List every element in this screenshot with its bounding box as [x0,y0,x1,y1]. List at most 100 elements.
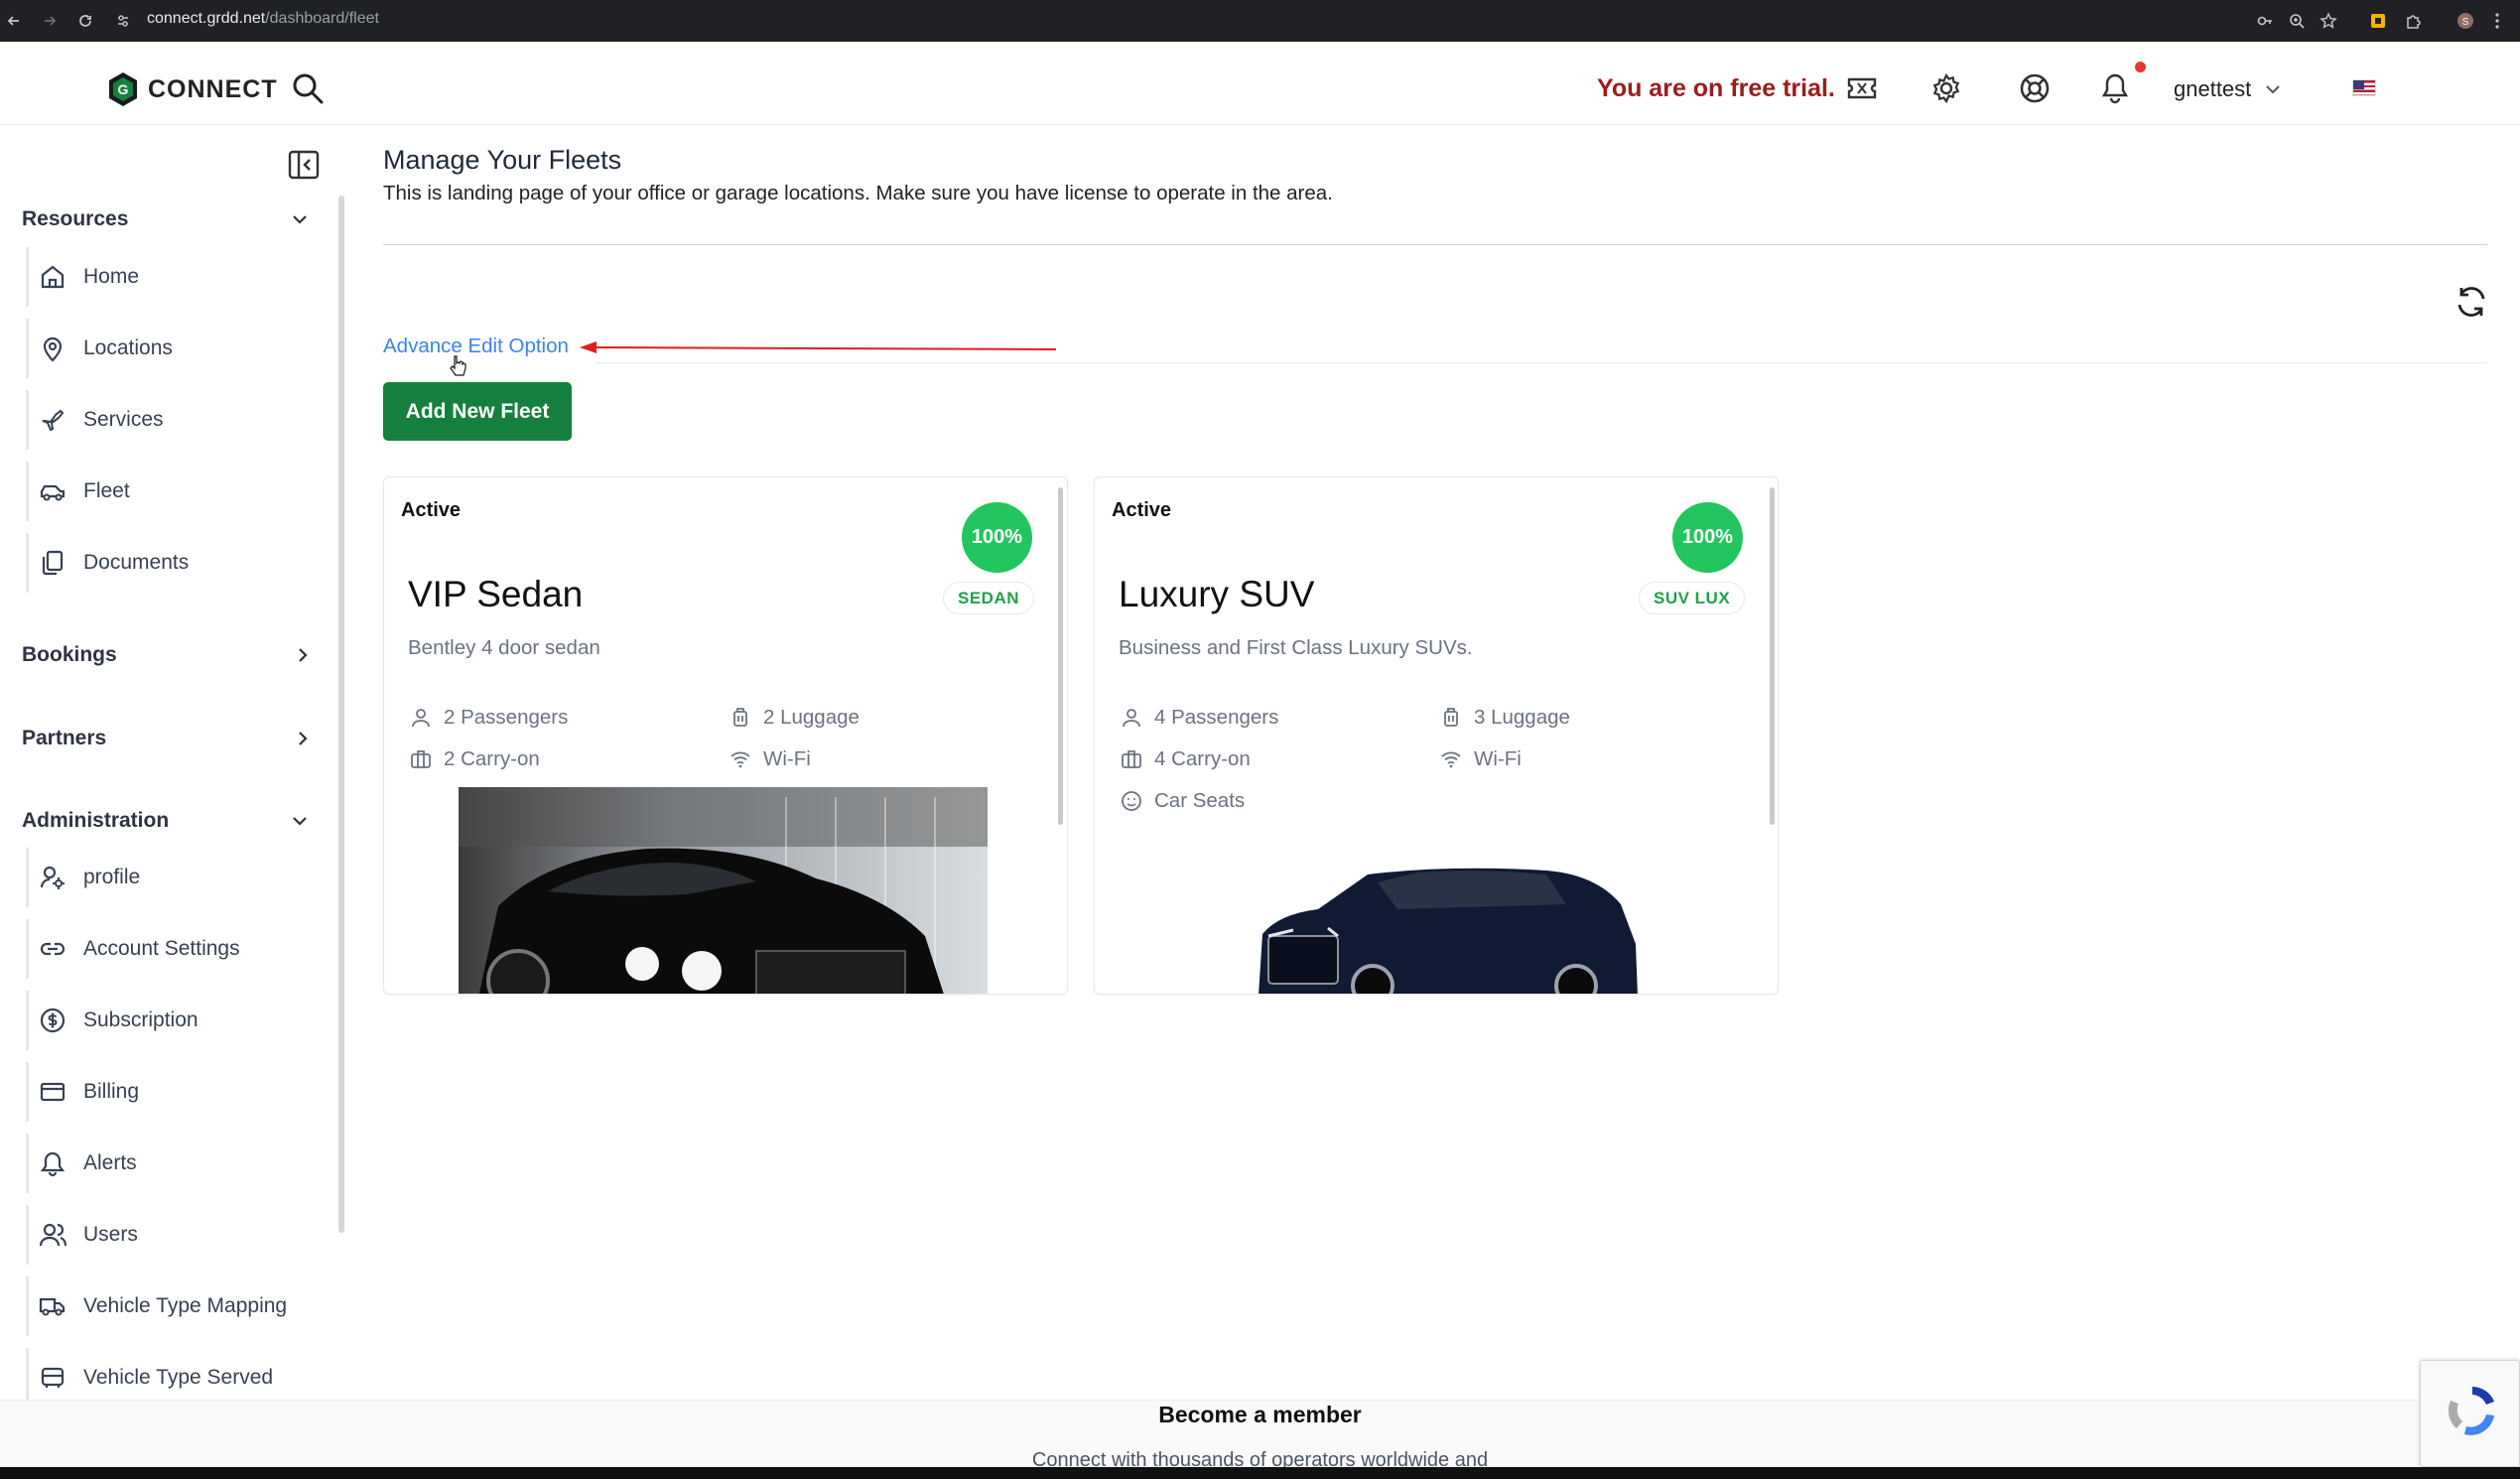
forward-icon[interactable] [38,9,62,33]
bus-icon [38,1363,67,1393]
feature-luggage: 3 Luggage [1438,705,1570,731]
card-scrollbar[interactable] [1770,487,1775,825]
sidebar-item-vehicle-type-mapping[interactable]: Vehicle Type Mapping [26,1277,324,1336]
notifications-bell-icon[interactable] [2097,70,2133,106]
sidebar-item-billing[interactable]: Billing [26,1062,324,1122]
section-resources[interactable]: Resources [22,207,308,231]
vehicle-type-badge: SUV LUX [1639,582,1746,614]
briefcase-icon [408,746,434,772]
reload-icon[interactable] [73,9,97,33]
fleet-card[interactable]: Active 100% Luxury SUV SUV LUX Business … [1094,476,1779,995]
refresh-icon[interactable] [2454,284,2489,320]
sedan-photo [459,787,988,994]
logo[interactable]: G CONNECT [107,71,278,107]
section-label: Bookings [22,643,117,666]
sidebar-item-label: profile [83,866,141,888]
fleet-card[interactable]: Active 100% VIP Sedan SEDAN Bentley 4 do… [383,476,1068,995]
sidebar-item-label: Services [83,408,164,431]
sidebar-item-alerts[interactable]: Alerts [26,1134,324,1193]
fleet-description: Bentley 4 door sedan [408,636,600,659]
fleet-status: Active [401,499,462,521]
feature-label: Car Seats [1154,789,1246,812]
feature-label: 2 Passengers [444,706,569,729]
url-host: connect.grdd.net [147,10,266,27]
ticket-icon[interactable] [1844,70,1880,106]
bell-icon [38,1148,67,1178]
sidebar-item-users[interactable]: Users [26,1205,324,1265]
sidebar-item-label: Account Settings [83,937,240,960]
sidebar-item-account-settings[interactable]: Account Settings [26,919,324,979]
sidebar-item-profile[interactable]: profile [26,848,324,907]
luggage-icon [728,705,753,731]
extensions-puzzle-icon[interactable] [2402,9,2426,33]
sidebar-scrollbar[interactable] [338,196,344,1233]
back-icon[interactable] [2,9,26,33]
chevron-right-icon [299,648,308,662]
zoom-icon[interactable] [2285,9,2309,33]
card-scrollbar[interactable] [1058,487,1063,825]
sidebar-item-documents[interactable]: Documents [26,533,324,593]
add-new-fleet-button[interactable]: Add New Fleet [383,382,572,441]
notification-dot [2135,62,2146,72]
address-bar[interactable]: connect.grdd.net/dashboard/fleet [147,10,379,28]
page-subtitle: This is landing page of your office or g… [383,182,1333,204]
user-menu[interactable]: gnettest [2174,76,2281,102]
plane-icon [38,405,67,435]
section-bookings[interactable]: Bookings [22,643,308,667]
support-lifebuoy-icon[interactable] [2017,70,2053,106]
person-icon [1119,705,1144,731]
site-info-icon[interactable] [111,9,135,33]
app-header: G CONNECT You are on free trial. gnettes… [0,42,2520,125]
section-administration[interactable]: Administration [22,809,308,833]
collapse-sidebar-icon[interactable] [288,150,320,180]
wifi-icon [728,746,753,772]
section-partners[interactable]: Partners [22,727,308,750]
sidebar-item-fleet[interactable]: Fleet [26,462,324,521]
sidebar-item-vehicle-type-served[interactable]: Vehicle Type Served [26,1348,324,1408]
truck-icon [38,1291,67,1321]
advance-edit-option-link[interactable]: Advance Edit Option [383,335,569,358]
briefcase-icon [1119,746,1144,772]
users-icon [38,1220,67,1250]
feature-car-seats: Car Seats [1119,788,1245,814]
logo-hexagon-icon: G [109,72,137,106]
profile-avatar-icon[interactable]: S [2454,9,2477,33]
section-label: Partners [22,727,107,749]
feature-carry-on: 2 Carry-on [408,746,540,772]
menu-icon[interactable] [2485,9,2509,33]
car-seat-icon [1119,788,1144,814]
settings-gear-icon[interactable] [1928,70,1964,106]
extension-icon[interactable] [2366,9,2390,33]
divider [596,362,2487,363]
recaptcha-badge[interactable] [2420,1360,2520,1467]
credit-card-icon [38,1077,67,1107]
sidebar-item-locations[interactable]: Locations [26,319,324,378]
page-title: Manage Your Fleets [383,145,622,175]
feature-label: Wi-Fi [763,747,811,770]
suv-photo [1259,868,1638,994]
svg-text:G: G [118,81,129,97]
sidebar-item-label: Alerts [83,1151,137,1174]
chevron-right-icon [299,732,308,745]
bookmark-star-icon[interactable] [2317,9,2340,33]
feature-label: 4 Carry-on [1154,747,1251,770]
us-flag-icon[interactable] [2352,79,2376,96]
sidebar-item-home[interactable]: Home [26,247,324,307]
password-key-icon[interactable] [2253,9,2277,33]
link-icon [38,934,67,964]
search-icon[interactable] [291,71,325,105]
feature-passengers: 2 Passengers [408,705,568,731]
map-pin-icon [38,334,67,363]
documents-icon [38,548,67,578]
sidebar: Resources Home Locations Services Fleet … [0,126,347,1408]
logo-text: CONNECT [148,74,278,103]
sidebar-item-label: Billing [83,1080,140,1103]
sidebar-item-subscription[interactable]: Subscription [26,991,324,1050]
feature-label: 4 Passengers [1154,706,1279,729]
section-label: Administration [22,809,170,832]
feature-label: 2 Luggage [763,706,860,729]
sidebar-item-services[interactable]: Services [26,390,324,450]
sidebar-item-label: Home [83,265,140,288]
feature-label: 2 Carry-on [444,747,540,770]
sidebar-item-label: Documents [83,551,190,574]
